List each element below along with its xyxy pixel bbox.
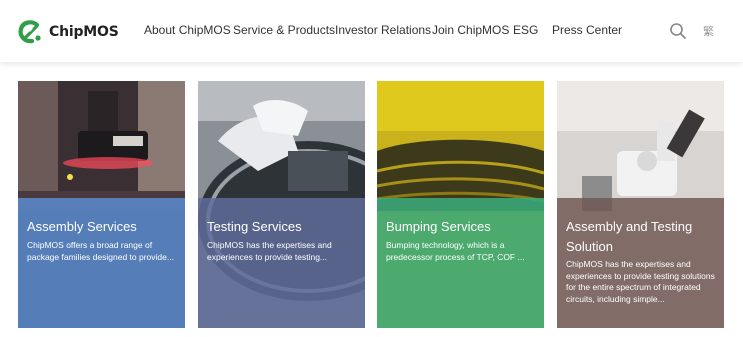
site-header: ChipMOS About ChipMOS Service & Products… [0,0,743,62]
search-icon[interactable] [669,22,687,40]
card-description: Bumping technology, which is a predecess… [386,240,525,262]
main-nav: About ChipMOS Service & Products Investo… [0,0,743,62]
language-switch-button[interactable]: 繁 [703,23,714,39]
card-title: Assembly Services [27,219,137,234]
card-description: ChipMOS offers a broad range of package … [27,240,174,262]
nav-item-service-products[interactable]: Service & Products [233,23,335,37]
card-assembly-services[interactable]: Assembly Services ChipMOS offers a broad… [18,81,185,328]
nav-item-investor-relations[interactable]: Investor Relations [335,23,431,37]
nav-item-esg[interactable]: ESG [513,23,538,37]
card-title: Bumping Services [386,219,491,234]
card-description: ChipMOS has the expertises and experienc… [207,240,332,262]
nav-item-about[interactable]: About ChipMOS [144,23,231,37]
card-description: ChipMOS has the expertises and experienc… [566,259,715,304]
card-title: Testing Services [207,219,302,234]
card-title: Assembly and Testing Solution [566,219,693,254]
nav-item-join[interactable]: Join ChipMOS [432,23,509,37]
card-assembly-testing-solution[interactable]: Assembly and Testing Solution ChipMOS ha… [557,81,724,328]
nav-item-press-center[interactable]: Press Center [552,23,622,37]
card-testing-services[interactable]: Testing Services ChipMOS has the experti… [198,81,365,328]
card-bumping-services[interactable]: Bumping Services Bumping technology, whi… [377,81,544,328]
